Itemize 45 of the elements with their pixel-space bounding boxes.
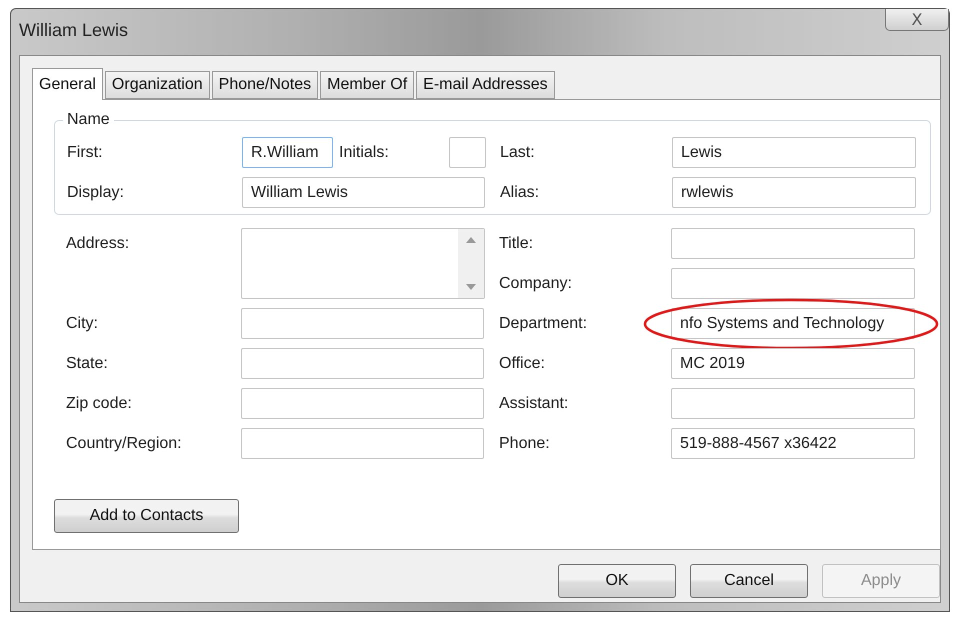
close-button[interactable]: X <box>885 9 949 31</box>
field-label: Country/Region: <box>66 434 183 454</box>
tab[interactable]: General <box>32 68 103 100</box>
tab[interactable]: E-mail Addresses <box>416 71 555 99</box>
field-label: Display: <box>67 184 125 202</box>
text-field[interactable] <box>671 228 915 259</box>
text-field[interactable]: rwlewis <box>672 177 916 208</box>
field-label: Last: <box>500 144 536 162</box>
text-field[interactable]: 519-888-4567 x36422 <box>671 428 915 459</box>
text-field[interactable] <box>241 388 484 419</box>
field-label: Office: <box>499 354 546 374</box>
text-field[interactable] <box>449 137 486 168</box>
add-to-contacts-button[interactable]: Add to Contacts <box>54 499 239 533</box>
text-field[interactable]: Lewis <box>672 137 916 168</box>
scrollbar[interactable] <box>458 229 484 298</box>
text-area[interactable] <box>241 228 485 299</box>
scroll-up-icon[interactable] <box>466 237 476 243</box>
field-label: Assistant: <box>499 394 570 414</box>
text-field[interactable] <box>241 348 484 379</box>
text-field[interactable] <box>671 268 915 299</box>
text-field[interactable]: nfo Systems and Technology <box>671 308 915 339</box>
tab[interactable]: Phone/Notes <box>212 71 318 99</box>
scroll-down-icon[interactable] <box>466 284 476 290</box>
text-field[interactable]: William Lewis <box>242 177 485 208</box>
field-label: Company: <box>499 274 573 294</box>
field-label: Title: <box>499 234 534 254</box>
field-label: State: <box>66 354 109 374</box>
tab[interactable]: Organization <box>104 71 210 99</box>
field-label: City: <box>66 314 99 334</box>
window-title: William Lewis <box>19 20 128 41</box>
dialog-button[interactable]: Cancel <box>690 564 808 598</box>
text-field[interactable] <box>241 428 484 459</box>
text-field[interactable] <box>671 388 915 419</box>
field-label: First: <box>67 144 104 162</box>
text-field[interactable]: R.William <box>242 137 333 168</box>
field-label: Department: <box>499 314 588 334</box>
tab[interactable]: Member Of <box>320 71 414 99</box>
dialog-button[interactable]: OK <box>558 564 676 598</box>
text-field[interactable] <box>241 308 484 339</box>
field-label: Address: <box>66 234 130 254</box>
field-label: Phone: <box>499 434 551 454</box>
text-field[interactable]: MC 2019 <box>671 348 915 379</box>
field-label: Initials: <box>339 144 390 162</box>
field-label: Zip code: <box>66 394 133 414</box>
field-label: Alias: <box>500 184 540 202</box>
